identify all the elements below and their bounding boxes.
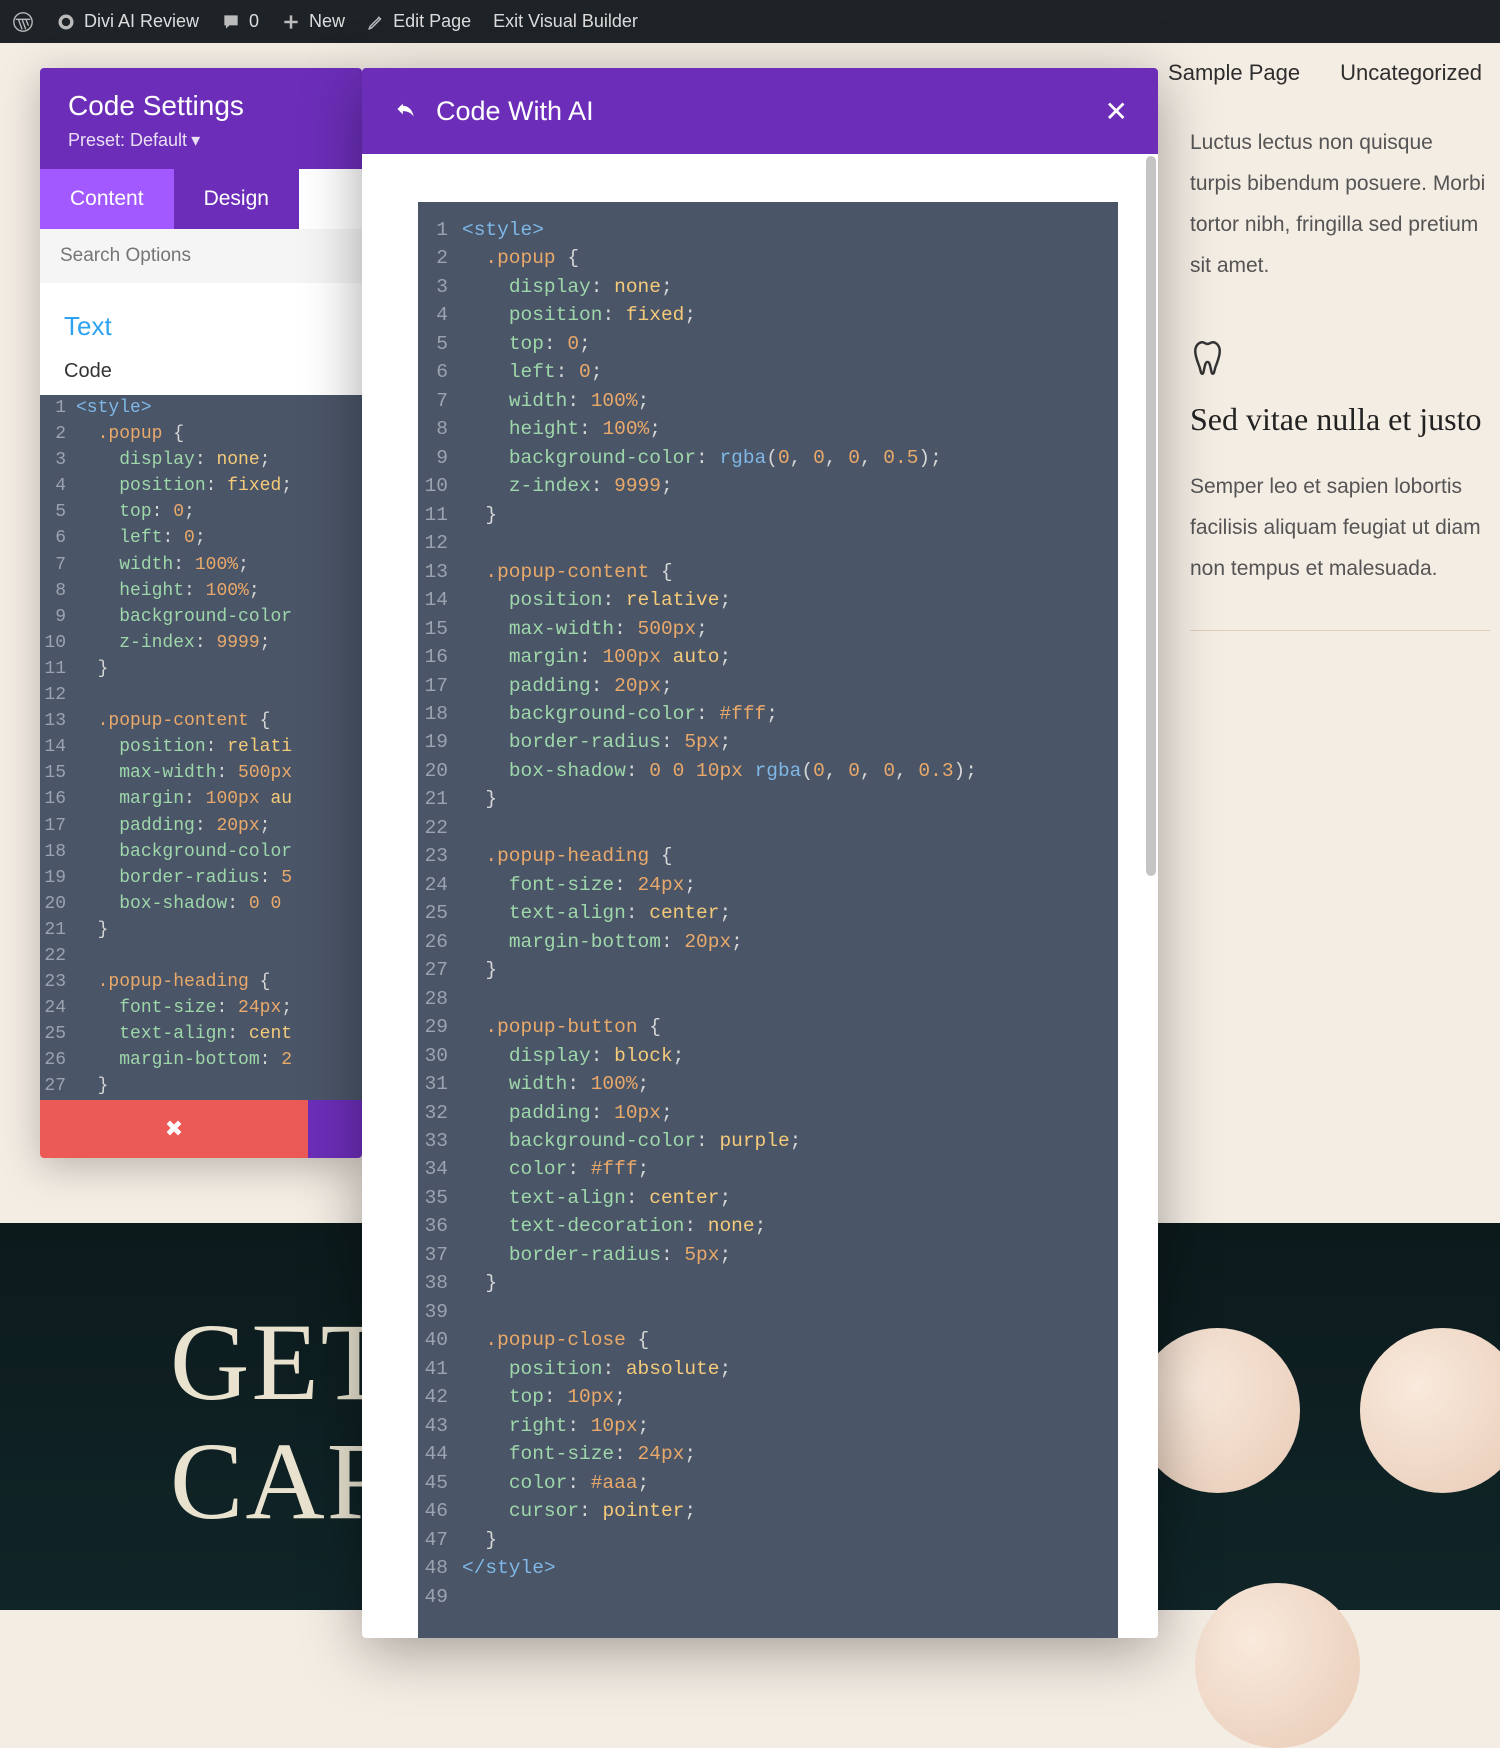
code-editor-small[interactable]: 1<style>2 .popup {3 display: none;4 posi… bbox=[40, 395, 362, 1100]
scrollbar-thumb[interactable] bbox=[1146, 156, 1156, 876]
field-label-code: Code bbox=[64, 360, 338, 391]
site-title[interactable]: Divi AI Review bbox=[56, 11, 199, 32]
page-right-column: Luctus lectus non quisque turpis bibendu… bbox=[1180, 123, 1500, 681]
divider bbox=[1190, 630, 1490, 631]
new-link[interactable]: New bbox=[281, 11, 345, 32]
settings-tabs: Content Design bbox=[40, 169, 362, 229]
decorative-circle bbox=[1135, 1328, 1300, 1493]
panel-title: Code Settings bbox=[68, 90, 334, 122]
code-editor-big[interactable]: 1<style>2 .popup {3 display: none;4 posi… bbox=[418, 202, 1118, 1638]
back-arrow-icon[interactable] bbox=[392, 96, 418, 127]
tab-content[interactable]: Content bbox=[40, 169, 174, 229]
scrollbar[interactable] bbox=[1144, 156, 1158, 1638]
decorative-circle bbox=[1195, 1583, 1360, 1748]
tooth-icon bbox=[1190, 337, 1232, 379]
cancel-button[interactable]: ✖ bbox=[40, 1100, 308, 1158]
comments-link[interactable]: 0 bbox=[221, 11, 259, 32]
code-settings-panel: Code Settings Preset: Default ▾ Content … bbox=[40, 68, 362, 1158]
blurb-text: Luctus lectus non quisque turpis bibendu… bbox=[1190, 123, 1490, 287]
nav-sample-page[interactable]: Sample Page bbox=[1168, 60, 1300, 86]
edit-page-link[interactable]: Edit Page bbox=[367, 11, 471, 32]
comments-count: 0 bbox=[249, 11, 259, 32]
panel-footer: ✖ bbox=[40, 1100, 362, 1158]
code-with-ai-panel: Code With AI ✕ 1<style>2 .popup {3 displ… bbox=[362, 68, 1158, 1638]
blurb-title: Sed vitae nulla et justo bbox=[1190, 399, 1490, 439]
wp-admin-bar: Divi AI Review 0 New Edit Page Exit Visu… bbox=[0, 0, 1500, 43]
chevron-down-icon: ▾ bbox=[191, 130, 200, 151]
footer-accent bbox=[308, 1100, 362, 1158]
panel-header[interactable]: Code Settings Preset: Default ▾ bbox=[40, 68, 362, 169]
ai-panel-title: Code With AI bbox=[436, 96, 594, 127]
nav-uncategorized[interactable]: Uncategorized bbox=[1340, 60, 1482, 86]
section-text[interactable]: Text bbox=[64, 293, 338, 360]
tab-design[interactable]: Design bbox=[174, 169, 299, 229]
wp-logo[interactable] bbox=[12, 11, 34, 33]
close-button[interactable]: ✕ bbox=[1105, 95, 1128, 128]
ai-panel-header[interactable]: Code With AI ✕ bbox=[362, 68, 1158, 154]
exit-vb-link[interactable]: Exit Visual Builder bbox=[493, 11, 638, 32]
blurb-text: Semper leo et sapien lobortis facilisis … bbox=[1190, 467, 1490, 590]
search-options-input[interactable] bbox=[40, 229, 362, 283]
preset-selector[interactable]: Preset: Default ▾ bbox=[68, 130, 334, 151]
close-icon: ✖ bbox=[165, 1116, 183, 1142]
